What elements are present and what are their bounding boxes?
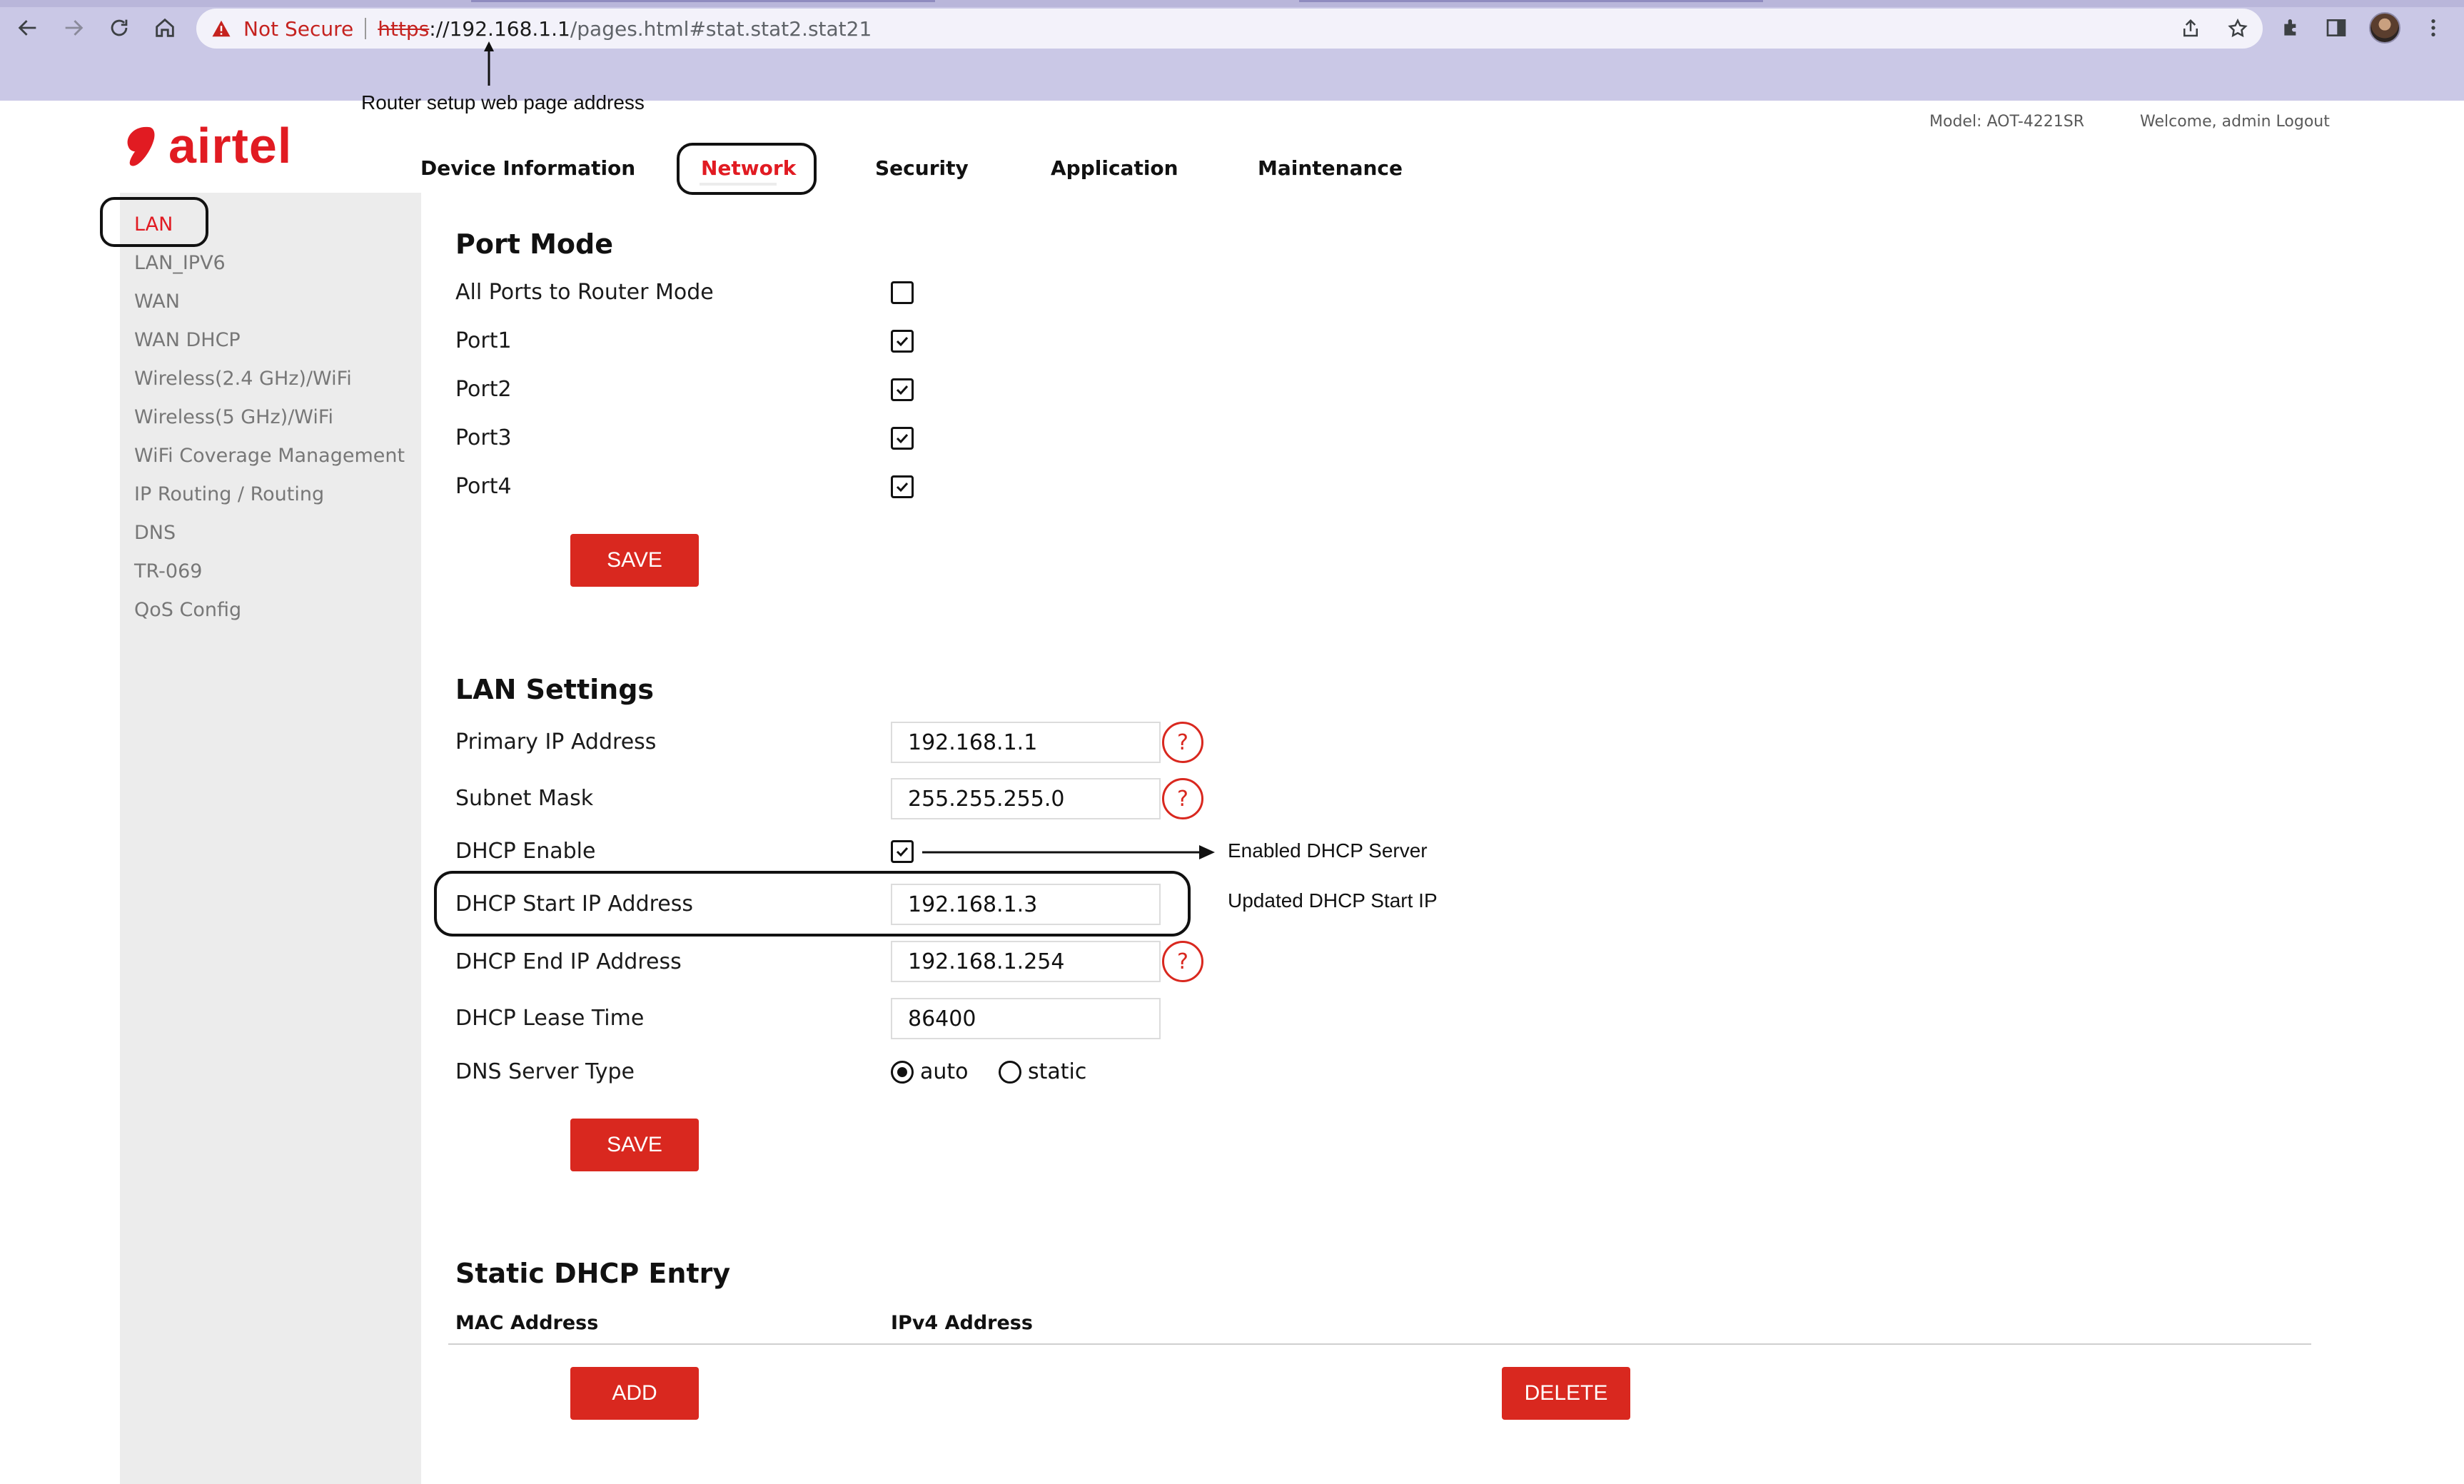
- nav-device-information[interactable]: Device Information: [420, 150, 635, 186]
- lan-settings-title: LAN Settings: [455, 674, 655, 705]
- sidebar-item-wireless-24[interactable]: Wireless(2.4 GHz)/WiFi: [134, 368, 352, 390]
- sidebar-item-ip-routing[interactable]: IP Routing / Routing: [134, 483, 324, 505]
- airtel-swirl-icon: [127, 126, 155, 166]
- dns-auto-radio[interactable]: [891, 1061, 914, 1084]
- forward-button[interactable]: [56, 10, 91, 46]
- network-highlight-annotation: [677, 143, 817, 195]
- sidebar-item-qos[interactable]: QoS Config: [134, 599, 241, 621]
- home-icon: [156, 18, 174, 37]
- forward-arrow-icon: [65, 20, 84, 36]
- home-button[interactable]: [147, 10, 183, 46]
- reload-button[interactable]: [101, 10, 137, 46]
- dhcp-enable-label: DHCP Enable: [455, 839, 596, 864]
- dns-type-label: DNS Server Type: [455, 1059, 635, 1084]
- bookmark-star-icon[interactable]: [2227, 18, 2248, 39]
- sidebar-item-lan-ipv6[interactable]: LAN_IPV6: [134, 252, 226, 274]
- primary-ip-input[interactable]: 192.168.1.1: [891, 722, 1161, 763]
- sidebar-item-dns[interactable]: DNS: [134, 522, 176, 544]
- table-divider: [448, 1343, 2311, 1345]
- model-label: Model: AOT-4221SR: [1929, 113, 2085, 131]
- port3-label: Port3: [455, 425, 512, 450]
- lan-highlight-annotation: [100, 197, 208, 247]
- sidebar: LAN LAN_IPV6 WAN WAN DHCP Wireless(2.4 G…: [120, 193, 421, 1484]
- profile-avatar[interactable]: [2369, 12, 2400, 44]
- port3-checkbox[interactable]: [891, 427, 914, 450]
- address-annotation-arrow: [484, 41, 494, 86]
- url-path: /pages.html#stat.stat2.stat21: [570, 16, 872, 41]
- share-icon[interactable]: [2180, 18, 2201, 39]
- side-panel-icon[interactable]: [2325, 16, 2348, 39]
- checkmark-icon: [896, 433, 909, 444]
- dns-auto-label[interactable]: auto: [920, 1059, 969, 1084]
- more-menu-icon[interactable]: [2422, 16, 2445, 39]
- dhcp-lease-label: DHCP Lease Time: [455, 1006, 645, 1031]
- ipv4-address-header: IPv4 Address: [891, 1312, 1033, 1334]
- address-bar[interactable]: Not Secure https ://192.168.1.1 /pages.h…: [196, 9, 2263, 49]
- back-button[interactable]: [10, 10, 46, 46]
- checkmark-icon: [896, 336, 909, 347]
- reload-icon: [111, 19, 128, 36]
- subnet-mask-help-icon[interactable]: ?: [1162, 778, 1203, 819]
- dhcp-end-input[interactable]: 192.168.1.254: [891, 941, 1161, 982]
- airtel-logo[interactable]: airtel: [120, 117, 292, 174]
- sidebar-item-wan-dhcp[interactable]: WAN DHCP: [134, 329, 241, 351]
- checkmark-icon: [896, 482, 909, 493]
- separator: [365, 18, 367, 39]
- warning-icon: [212, 20, 231, 37]
- port4-label: Port4: [455, 474, 512, 499]
- dhcp-end-help-icon[interactable]: ?: [1162, 941, 1203, 982]
- dhcp-enable-annotation: Enabled DHCP Server: [1228, 839, 1428, 862]
- extensions-puzzle-icon[interactable]: [2281, 16, 2303, 39]
- subnet-mask-input[interactable]: 255.255.255.0: [891, 778, 1161, 819]
- dhcp-start-label: DHCP Start IP Address: [455, 892, 694, 917]
- dns-static-label[interactable]: static: [1028, 1059, 1086, 1084]
- primary-ip-label: Primary IP Address: [455, 730, 657, 754]
- back-arrow-icon: [18, 20, 36, 36]
- nav-maintenance[interactable]: Maintenance: [1258, 150, 1403, 186]
- mac-address-header: MAC Address: [455, 1312, 599, 1334]
- logo-wordmark: airtel: [168, 118, 293, 173]
- port4-checkbox[interactable]: [891, 475, 914, 498]
- address-annotation: Router setup web page address: [361, 91, 645, 113]
- static-dhcp-title: Static DHCP Entry: [455, 1258, 731, 1289]
- sidebar-item-tr069[interactable]: TR-069: [134, 560, 202, 582]
- checkmark-icon: [896, 385, 909, 395]
- security-status[interactable]: Not Secure: [243, 17, 353, 41]
- port-mode-save-button[interactable]: SAVE: [570, 534, 699, 587]
- dhcp-start-annotation: Updated DHCP Start IP: [1228, 889, 1438, 912]
- port2-label: Port2: [455, 377, 512, 402]
- dhcp-enable-checkbox[interactable]: [891, 840, 914, 863]
- dhcp-lease-input[interactable]: 86400: [891, 998, 1161, 1039]
- sidebar-item-wireless-5[interactable]: Wireless(5 GHz)/WiFi: [134, 406, 333, 428]
- checkmark-icon: [896, 847, 909, 857]
- browser-toolbar: Not Secure https ://192.168.1.1 /pages.h…: [0, 0, 2464, 101]
- dhcp-enable-annotation-arrow: [922, 845, 1215, 859]
- url-host: ://192.168.1.1: [429, 16, 570, 41]
- tab-strip: [0, 0, 2464, 7]
- lan-settings-save-button[interactable]: SAVE: [570, 1119, 699, 1171]
- dhcp-start-input[interactable]: 192.168.1.3: [891, 884, 1161, 925]
- all-ports-checkbox[interactable]: [891, 281, 914, 304]
- port1-checkbox[interactable]: [891, 330, 914, 353]
- url-scheme: https: [378, 16, 430, 41]
- welcome-logout[interactable]: Welcome, admin Logout: [2140, 113, 2330, 131]
- subnet-mask-label: Subnet Mask: [455, 786, 594, 811]
- nav-security[interactable]: Security: [875, 150, 969, 186]
- port1-label: Port1: [455, 328, 512, 353]
- dns-static-radio[interactable]: [999, 1061, 1021, 1084]
- delete-button[interactable]: DELETE: [1502, 1367, 1630, 1420]
- port2-checkbox[interactable]: [891, 378, 914, 401]
- sidebar-item-wifi-coverage[interactable]: WiFi Coverage Management: [134, 445, 405, 467]
- primary-ip-help-icon[interactable]: ?: [1162, 722, 1203, 763]
- port-mode-title: Port Mode: [455, 228, 613, 260]
- all-ports-label: All Ports to Router Mode: [455, 280, 714, 305]
- sidebar-item-wan[interactable]: WAN: [134, 291, 180, 313]
- add-button[interactable]: ADD: [570, 1367, 699, 1420]
- nav-application[interactable]: Application: [1051, 150, 1178, 186]
- dhcp-end-label: DHCP End IP Address: [455, 949, 682, 974]
